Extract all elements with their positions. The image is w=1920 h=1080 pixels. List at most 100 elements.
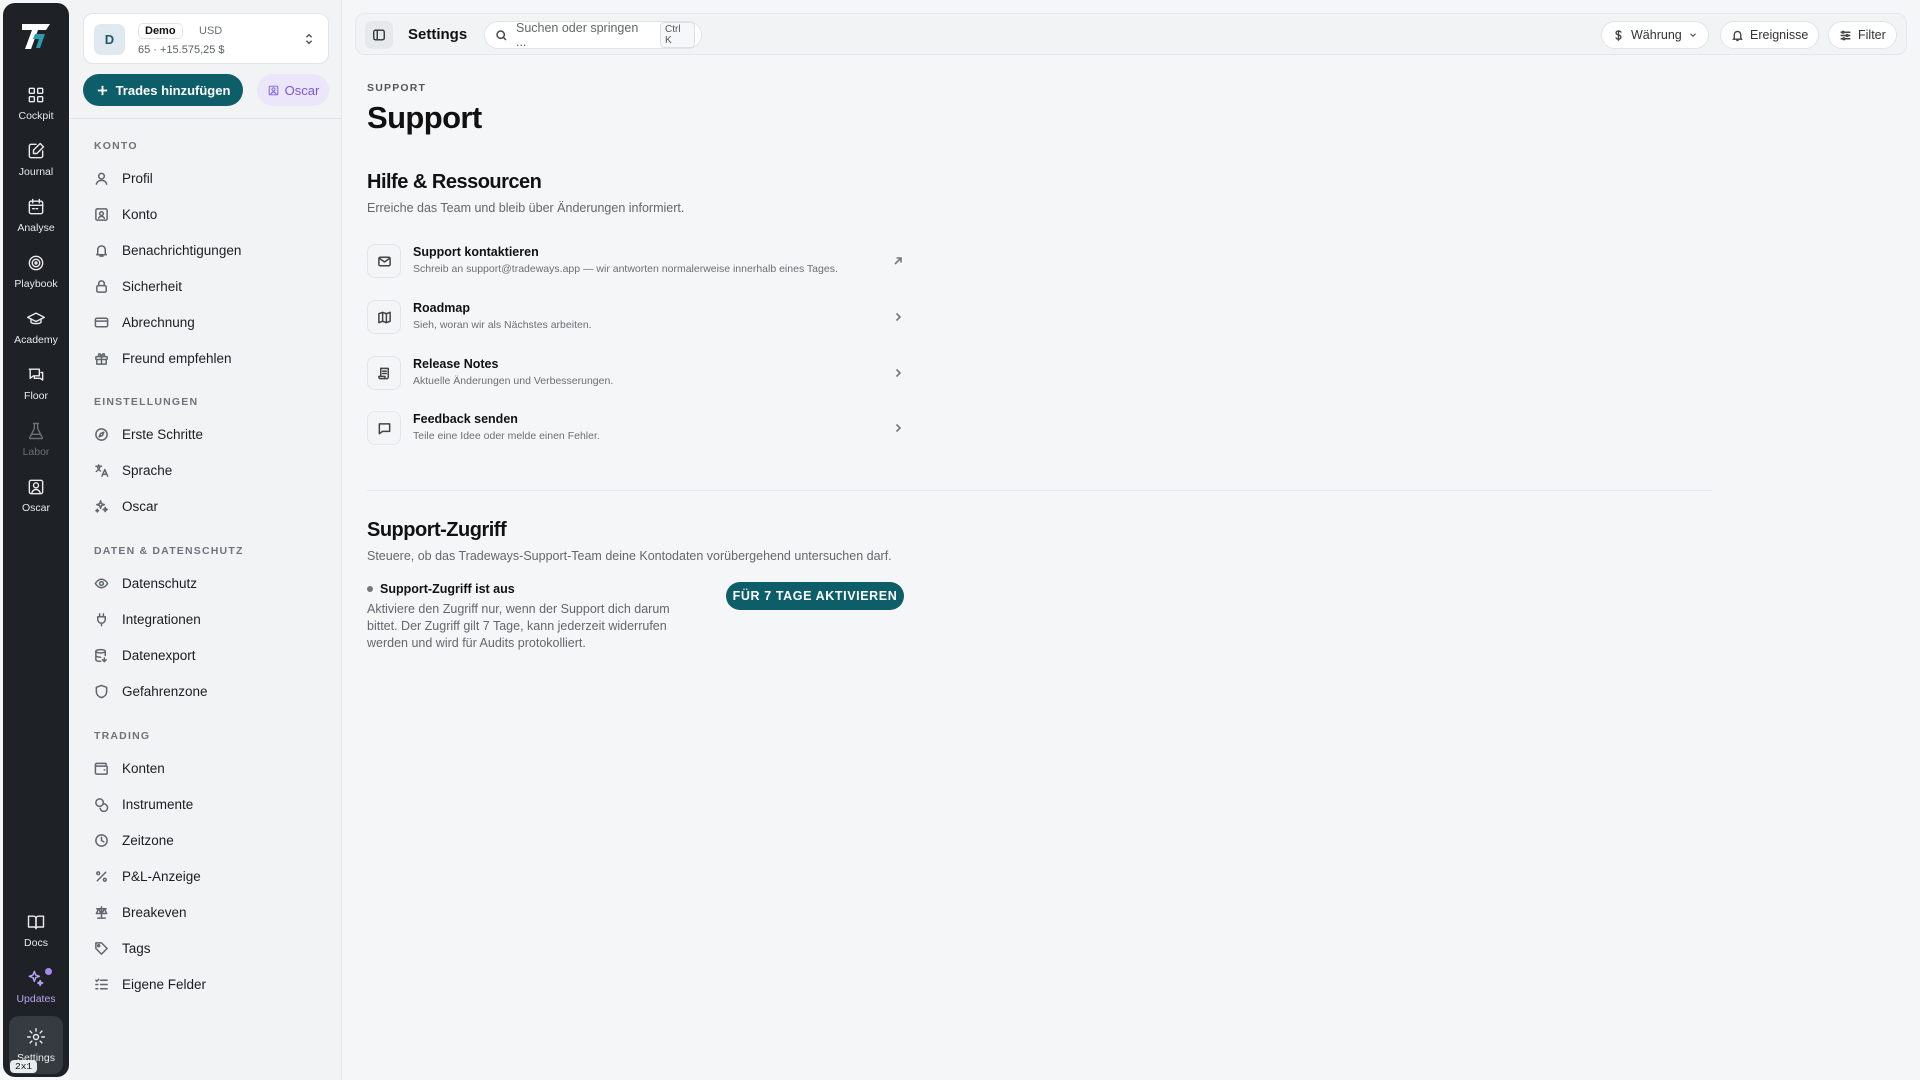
chevron-right-icon bbox=[895, 423, 902, 433]
rail-label: Floor bbox=[24, 389, 48, 402]
rail-label: Cockpit bbox=[18, 109, 54, 122]
sidebar-item-datenexport[interactable]: Datenexport bbox=[86, 640, 326, 670]
book-open-icon bbox=[27, 914, 45, 929]
translate-icon bbox=[95, 463, 109, 477]
sidebar-item-label: Freund empfehlen bbox=[122, 350, 232, 366]
sliders-icon bbox=[1840, 30, 1851, 40]
sidebar-item-gefahrenzone[interactable]: Gefahrenzone bbox=[86, 676, 326, 706]
gift-icon bbox=[95, 352, 108, 365]
sidebar-item-label: Gefahrenzone bbox=[122, 683, 208, 699]
sidebar-item-freund-empfehlen[interactable]: Freund empfehlen bbox=[86, 343, 326, 373]
chevron-right-icon bbox=[895, 368, 902, 378]
search-input[interactable]: Suchen oder springen ... Ctrl K bbox=[484, 21, 702, 49]
sidebar-item-oscar[interactable]: Oscar bbox=[86, 491, 326, 521]
feedback-link[interactable]: Feedback senden Teile eine Idee oder mel… bbox=[367, 405, 904, 451]
sidebar-item-konten[interactable]: Konten bbox=[86, 753, 326, 783]
account-currency: USD bbox=[199, 25, 223, 37]
oscar-label: Oscar bbox=[284, 82, 320, 98]
oscar-button[interactable]: Oscar bbox=[257, 74, 329, 106]
rail-label: Docs bbox=[24, 936, 48, 949]
account-switcher[interactable]: D Demo USD 65 · +15.575,25 $ bbox=[83, 13, 329, 64]
sidebar-item-pnl-anzeige[interactable]: P&L-Anzeige bbox=[86, 861, 326, 891]
rail-item-oscar[interactable]: Oscar bbox=[3, 467, 69, 523]
rail-item-playbook[interactable]: Playbook bbox=[3, 243, 69, 299]
id-card-icon bbox=[95, 207, 108, 221]
sidebar-item-erste-schritte[interactable]: Erste Schritte bbox=[86, 419, 326, 449]
page-title-topbar: Settings bbox=[408, 26, 468, 43]
tag-icon bbox=[95, 941, 108, 955]
resource-title: Roadmap bbox=[413, 301, 470, 315]
section-divider bbox=[367, 490, 1712, 491]
add-trades-button[interactable]: Trades hinzufügen bbox=[83, 74, 243, 106]
avatar: D bbox=[94, 24, 125, 55]
sidebar-item-integrationen[interactable]: Integrationen bbox=[86, 604, 326, 634]
external-link-icon bbox=[894, 257, 902, 265]
chevron-right-icon bbox=[895, 312, 902, 322]
sidebar-item-konto[interactable]: Konto bbox=[86, 199, 326, 229]
sidebar-item-label: Abrechnung bbox=[122, 314, 195, 330]
resource-subtitle: Sieh, woran wir als Nächstes arbeiten. bbox=[413, 319, 592, 331]
sidebar-item-profil[interactable]: Profil bbox=[86, 163, 326, 193]
sidebar-item-instrumente[interactable]: Instrumente bbox=[86, 789, 326, 819]
sidebar-toggle-button[interactable] bbox=[365, 21, 393, 49]
rail-label: Academy bbox=[14, 333, 58, 346]
rail-item-academy[interactable]: Academy bbox=[3, 299, 69, 355]
sidebar-item-zeitzone[interactable]: Zeitzone bbox=[86, 825, 326, 855]
rail-item-cockpit[interactable]: Cockpit bbox=[3, 75, 69, 131]
calendar-icon bbox=[28, 198, 44, 214]
support-contact-link[interactable]: Support kontaktieren Schreib an support@… bbox=[367, 238, 904, 284]
rail-label: Playbook bbox=[14, 277, 58, 290]
rail-item-updates[interactable]: Updates bbox=[3, 958, 69, 1014]
rail-item-docs[interactable]: Docs bbox=[3, 902, 69, 958]
sidebar-item-label: Konto bbox=[122, 206, 158, 222]
list-checks-icon bbox=[95, 978, 108, 989]
section-title-konto: KONTO bbox=[94, 140, 138, 152]
rail-label: Labor bbox=[22, 445, 50, 458]
events-label: Ereignisse bbox=[1750, 28, 1809, 42]
currency-dropdown[interactable]: Währung bbox=[1601, 21, 1709, 49]
rail-item-labor[interactable]: Labor bbox=[3, 411, 69, 467]
sidebar-item-abrechnung[interactable]: Abrechnung bbox=[86, 307, 326, 337]
rail-item-journal[interactable]: Journal bbox=[3, 131, 69, 187]
sidebar-item-label: Datenexport bbox=[122, 647, 196, 663]
grid-icon bbox=[28, 87, 44, 102]
rail-item-analyse[interactable]: Analyse bbox=[3, 187, 69, 243]
dollar-icon bbox=[1615, 29, 1622, 41]
user-square-icon bbox=[268, 85, 278, 95]
search-placeholder: Suchen oder springen ... bbox=[515, 21, 639, 49]
mail-icon bbox=[367, 244, 401, 278]
sidebar-item-datenschutz[interactable]: Datenschutz bbox=[86, 568, 326, 598]
sidebar-item-tags[interactable]: Tags bbox=[86, 933, 326, 963]
sidebar-item-breakeven[interactable]: Breakeven bbox=[86, 897, 326, 927]
sidebar-item-benachrichtigungen[interactable]: Benachrichtigungen bbox=[86, 235, 326, 265]
rail-item-floor[interactable]: Floor bbox=[3, 355, 69, 411]
sidebar-item-label: Tags bbox=[122, 940, 151, 956]
page-title: Support bbox=[367, 100, 482, 135]
activate-support-access-button[interactable]: FÜR 7 TAGE AKTIVIEREN bbox=[726, 582, 904, 610]
release-notes-link[interactable]: Release Notes Aktuelle Änderungen und Ve… bbox=[367, 350, 904, 396]
sidebar-item-sprache[interactable]: Sprache bbox=[86, 455, 326, 485]
sidebar-item-label: Sprache bbox=[122, 462, 173, 478]
filter-button[interactable]: Filter bbox=[1828, 21, 1897, 49]
resources-description: Erreiche das Team und bleib über Änderun… bbox=[367, 201, 685, 215]
target-icon bbox=[28, 255, 44, 270]
edit-note-icon bbox=[28, 142, 45, 158]
sidebar-item-eigene-felder[interactable]: Eigene Felder bbox=[86, 969, 326, 999]
resources-heading: Hilfe & Ressourcen bbox=[367, 171, 542, 193]
plus-icon bbox=[97, 85, 107, 95]
sidebar-item-label: Datenschutz bbox=[122, 575, 198, 591]
support-access-heading: Support-Zugriff bbox=[367, 519, 507, 541]
sidebar-item-label: Benachrichtigungen bbox=[122, 242, 242, 258]
sidebar-item-label: Konten bbox=[122, 760, 165, 776]
scroll-icon bbox=[367, 356, 401, 390]
plug-icon bbox=[97, 612, 106, 626]
clock-icon bbox=[95, 833, 108, 847]
roadmap-link[interactable]: Roadmap Sieh, woran wir als Nächstes arb… bbox=[367, 294, 904, 340]
tradeways-logo[interactable] bbox=[18, 18, 54, 54]
resource-title: Release Notes bbox=[413, 357, 499, 371]
bell-icon bbox=[96, 244, 107, 257]
sidebar-item-label: P&L-Anzeige bbox=[122, 868, 201, 884]
events-button[interactable]: Ereignisse bbox=[1720, 21, 1820, 49]
rail-label: Journal bbox=[18, 165, 54, 178]
sidebar-item-sicherheit[interactable]: Sicherheit bbox=[86, 271, 326, 301]
